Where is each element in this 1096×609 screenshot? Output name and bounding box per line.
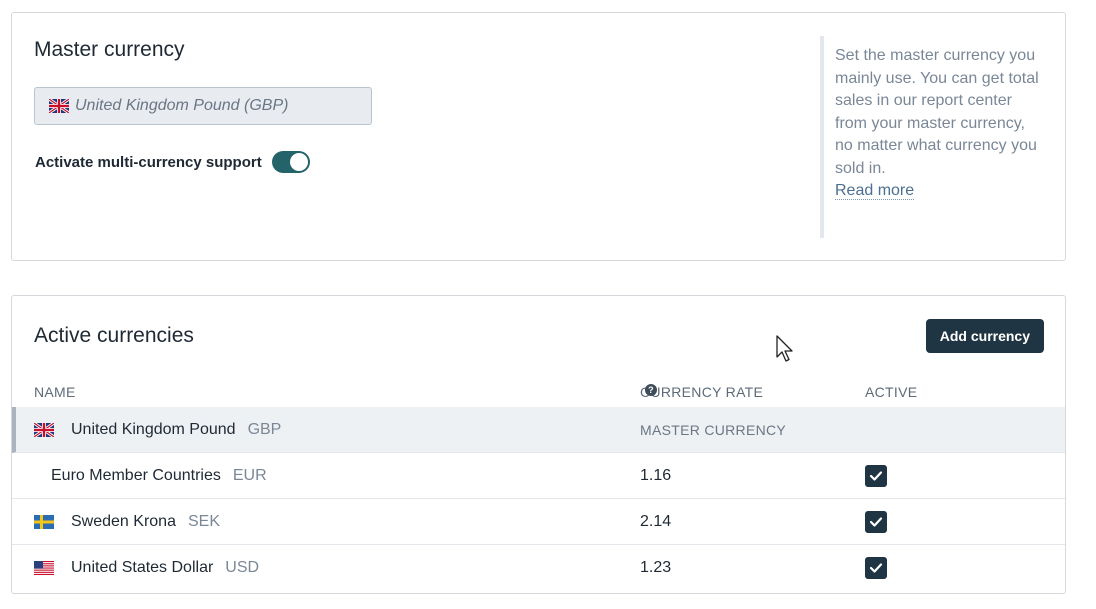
master-currency-title: Master currency xyxy=(34,38,185,61)
uk-flag-icon xyxy=(49,99,69,113)
currency-code: EUR xyxy=(232,466,267,484)
currency-name: Sweden Krona xyxy=(71,512,176,530)
help-text: Set the master currency you mainly use. … xyxy=(835,47,1039,177)
sweden-flag-icon xyxy=(34,514,54,529)
table-header: NAME CURRENCY RATE ? ACTIVE xyxy=(12,384,1065,406)
toggle-knob xyxy=(289,153,308,171)
usa-flag-icon xyxy=(34,561,54,575)
currency-name-cell: United States Dollar USD xyxy=(34,559,259,577)
master-currency-help: Set the master currency you mainly use. … xyxy=(820,36,1040,238)
currency-name: United States Dollar xyxy=(71,559,214,576)
checkmark-icon xyxy=(869,516,883,527)
currency-table-body: United Kingdom Pound GBP MASTER CURRENCY… xyxy=(12,407,1065,591)
currency-rate[interactable]: 1.16 xyxy=(640,467,671,485)
table-row: United Kingdom Pound GBP MASTER CURRENCY xyxy=(12,407,1065,453)
currency-name: Euro Member Countries xyxy=(51,466,221,484)
currency-name-cell: Sweden Krona SEK xyxy=(34,513,220,531)
master-currency-value: United Kingdom Pound (GBP) xyxy=(75,97,289,114)
master-currency-select[interactable]: United Kingdom Pound (GBP) xyxy=(34,87,372,125)
active-cell xyxy=(865,557,887,579)
active-checkbox[interactable] xyxy=(865,557,887,579)
currency-rate: MASTER CURRENCY xyxy=(640,421,787,438)
table-row: Euro Member Countries EUR 1.16 xyxy=(12,453,1065,499)
table-row: United States Dollar USD 1.23 xyxy=(12,545,1065,591)
multi-currency-toggle-label: Activate multi-currency support xyxy=(35,153,262,171)
multi-currency-toggle-row: Activate multi-currency support xyxy=(35,151,310,173)
column-name-header: NAME xyxy=(34,384,76,400)
currency-name: United Kingdom Pound xyxy=(71,420,236,438)
currency-name-cell: United Kingdom Pound GBP xyxy=(34,421,281,439)
currency-name-cell: Euro Member Countries EUR xyxy=(51,467,267,485)
uk-flag-icon xyxy=(34,422,54,437)
active-checkbox[interactable] xyxy=(865,510,887,533)
checkmark-icon xyxy=(869,470,883,481)
table-row: Sweden Krona SEK 2.14 xyxy=(12,499,1065,545)
currency-rate[interactable]: 2.14 xyxy=(640,513,671,531)
currency-code: USD xyxy=(225,559,260,576)
active-checkbox[interactable] xyxy=(865,464,887,487)
master-currency-card: Master currency United Kingdom Pound (GB… xyxy=(11,12,1066,261)
currency-code: SEK xyxy=(187,512,220,530)
add-currency-button[interactable]: Add currency xyxy=(925,319,1044,353)
active-currencies-card: Active currencies Add currency NAME CURR… xyxy=(11,295,1066,594)
mouse-cursor-icon xyxy=(776,335,793,362)
currency-code: GBP xyxy=(247,420,282,438)
currency-rate[interactable]: 1.23 xyxy=(640,559,671,577)
column-active-header: ACTIVE xyxy=(865,384,918,400)
question-icon[interactable]: ? xyxy=(645,384,657,396)
multi-currency-toggle[interactable] xyxy=(271,151,310,173)
checkmark-icon xyxy=(869,563,883,573)
column-rate-label: CURRENCY RATE xyxy=(640,384,764,400)
active-cell xyxy=(865,510,887,533)
read-more-link[interactable]: Read more xyxy=(835,182,915,200)
column-rate-header: CURRENCY RATE ? xyxy=(640,384,763,400)
active-currencies-title: Active currencies xyxy=(34,324,194,347)
active-cell xyxy=(865,464,887,487)
